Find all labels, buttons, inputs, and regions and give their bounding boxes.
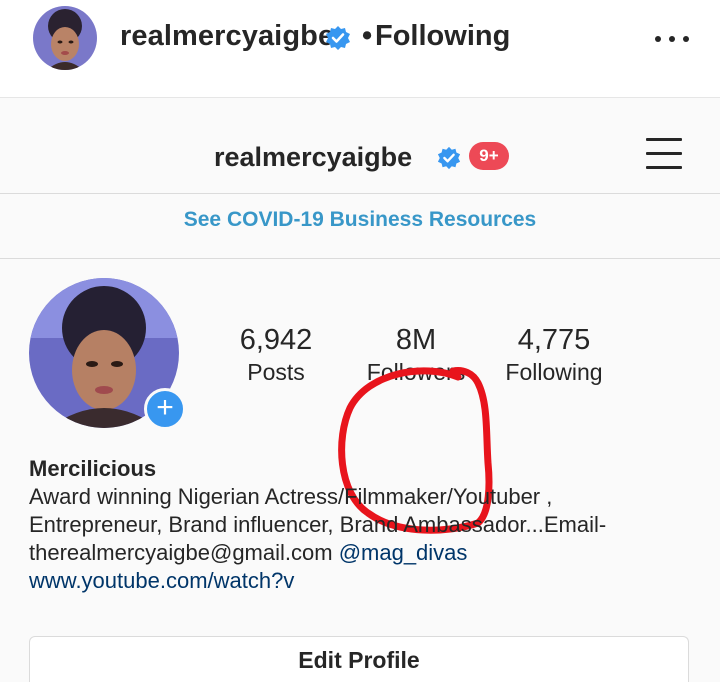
bio-email: therealmercyaigbe@gmail.com — [29, 540, 339, 565]
bio-line-1: Award winning Nigerian Actress/Filmmaker… — [29, 484, 553, 509]
more-options-icon[interactable] — [655, 24, 689, 54]
profile-bio: Mercilicious Award winning Nigerian Actr… — [29, 455, 699, 595]
edit-profile-button[interactable]: Edit Profile — [29, 636, 689, 682]
bio-display-name: Mercilicious — [29, 456, 157, 481]
covid-resources-link[interactable]: See COVID-19 Business Resources — [184, 208, 537, 232]
covid-resources-bar: See COVID-19 Business Resources — [0, 194, 720, 259]
following-button[interactable]: Following — [375, 20, 510, 53]
verified-badge-icon — [325, 25, 351, 51]
profile-title-username[interactable]: realmercyaigbe — [214, 142, 412, 173]
following-count: 4,775 — [517, 324, 591, 356]
bio-website-link[interactable]: www.youtube.com/watch?v — [29, 567, 699, 595]
hamburger-menu-icon[interactable] — [646, 138, 682, 170]
post-username[interactable]: realmercyaigbe — [120, 20, 334, 53]
profile-screenshot: realmercyaigbe 9+ See COVID-19 Business … — [0, 97, 720, 682]
following-label: Following — [505, 359, 603, 385]
followers-count: 8M — [395, 324, 437, 356]
posts-count: 6,942 — [239, 324, 313, 356]
profile-topbar: realmercyaigbe 9+ — [0, 98, 720, 194]
notification-badge[interactable]: 9+ — [469, 142, 509, 170]
bio-line-3: therealmercyaigbe@gmail.com @mag_divas — [29, 539, 699, 567]
post-header: realmercyaigbe • Following — [0, 0, 720, 78]
bio-line-2: Entrepreneur, Brand influencer, Brand Am… — [29, 512, 607, 537]
add-story-button[interactable]: + — [144, 388, 186, 430]
separator-dot: • — [362, 20, 373, 52]
bio-mention-link[interactable]: @mag_divas — [339, 540, 468, 565]
posts-label: Posts — [247, 359, 305, 385]
posts-stat[interactable]: 6,942 Posts — [226, 323, 326, 387]
following-stat[interactable]: 4,775 Following — [498, 323, 610, 387]
verified-badge-icon — [437, 146, 461, 170]
post-avatar[interactable] — [33, 6, 97, 70]
